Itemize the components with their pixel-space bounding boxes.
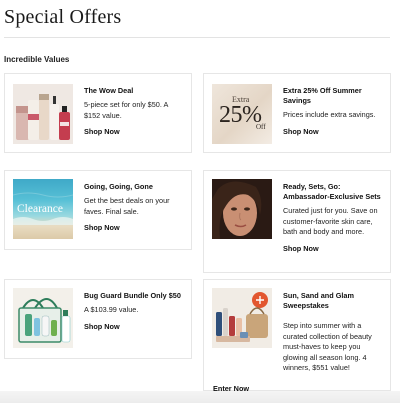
offer-card-going-gone[interactable]: Clearance Going, Going, Gone Get the bes…: [4, 170, 192, 250]
shop-now-link[interactable]: Shop Now: [283, 127, 319, 136]
shop-now-link[interactable]: Shop Now: [84, 127, 120, 136]
page-title: Special Offers: [4, 6, 122, 28]
offer-description: Prices include extra savings.: [283, 110, 376, 119]
thumb-clearance-text: Clearance: [17, 203, 63, 215]
offer-description: A $103.99 value.: [84, 305, 139, 314]
offer-card-ambassador-sets[interactable]: Ready, Sets, Go: Ambassador-Exclusive Se…: [203, 170, 391, 273]
clearance-image[interactable]: Clearance: [13, 179, 73, 239]
shop-now-link[interactable]: Shop Now: [283, 244, 319, 253]
title-divider: [4, 37, 390, 38]
offer-card-bug-guard[interactable]: Bug Guard Bundle Only $50 A $103.99 valu…: [4, 279, 192, 359]
offer-title: The Wow Deal: [84, 86, 134, 95]
offer-title: Bug Guard Bundle Only $50: [84, 291, 181, 300]
thumb-off-text: Off: [256, 123, 266, 131]
offer-description: Step into summer with a curated collecti…: [283, 321, 372, 372]
model-portrait-image[interactable]: [212, 179, 272, 239]
offer-title: Ready, Sets, Go: Ambassador-Exclusive Se…: [283, 182, 381, 201]
shop-now-link[interactable]: Shop Now: [84, 322, 120, 331]
bug-guard-bundle-image[interactable]: [13, 288, 73, 348]
page-bottom-edge: [0, 391, 400, 403]
offer-title: Sun, Sand and Glam Sweepstakes: [283, 291, 354, 310]
section-label: Incredible Values: [4, 55, 70, 64]
offer-card-wow-deal[interactable]: The Wow Deal 5-piece set for only $50. A…: [4, 73, 192, 153]
offer-card-summer-savings[interactable]: Extra 25% Off Extra 25% Off Summer Savin…: [203, 73, 391, 153]
offer-description: Curated just for you. Save on customer-f…: [283, 206, 378, 236]
offer-card-sweepstakes[interactable]: Sun, Sand and Glam Sweepstakes Step into…: [203, 279, 391, 393]
skincare-products-image[interactable]: [13, 84, 73, 144]
offer-title: Extra 25% Off Summer Savings: [283, 86, 362, 105]
offer-title: Going, Going, Gone: [84, 182, 153, 191]
shop-now-link[interactable]: Shop Now: [84, 223, 120, 232]
offer-description: Get the best deals on your faves. Final …: [84, 196, 170, 216]
offer-description: 5-piece set for only $50. A $152 value.: [84, 100, 168, 120]
extra-25-off-image[interactable]: Extra 25% Off: [212, 84, 272, 144]
